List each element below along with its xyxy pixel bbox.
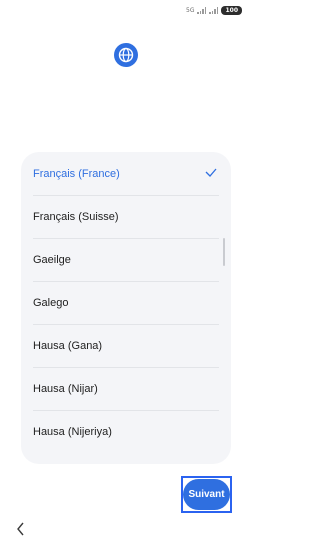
language-label: Hausa (Nijeriya) (33, 425, 112, 438)
battery-indicator: 100 (221, 5, 242, 15)
language-item-galego[interactable]: Galego (21, 281, 231, 324)
language-item-gaeilge[interactable]: Gaeilge (21, 238, 231, 281)
next-button[interactable]: Suivant (183, 479, 230, 510)
language-item-hausa-nijeriya[interactable]: Hausa (Nijeriya) (21, 410, 231, 453)
language-item-francais-suisse[interactable]: Français (Suisse) (21, 195, 231, 238)
chevron-left-icon (17, 522, 24, 536)
back-button[interactable] (12, 520, 30, 538)
language-label: Galego (33, 296, 69, 309)
language-item-hausa-nijar[interactable]: Hausa (Nijar) (21, 367, 231, 410)
language-list: Français (France) Français (Suisse) Gaei… (21, 152, 231, 464)
language-label: Français (France) (33, 167, 120, 180)
status-bar: 5G 100 (186, 4, 242, 16)
language-label: Hausa (Nijar) (33, 382, 98, 395)
language-item-francais-france[interactable]: Français (France) (21, 152, 231, 195)
language-label: Gaeilge (33, 253, 71, 266)
signal-icon (197, 6, 207, 14)
language-label: Français (Suisse) (33, 210, 119, 223)
language-label: Hausa (Gana) (33, 339, 103, 352)
signal-icon-2 (209, 6, 219, 14)
list-scrollbar[interactable] (223, 238, 225, 266)
globe-icon (114, 43, 138, 67)
network-type: 5G (186, 6, 195, 14)
language-item-hausa-gana[interactable]: Hausa (Gana) (21, 324, 231, 367)
checkmark-icon (205, 168, 217, 177)
